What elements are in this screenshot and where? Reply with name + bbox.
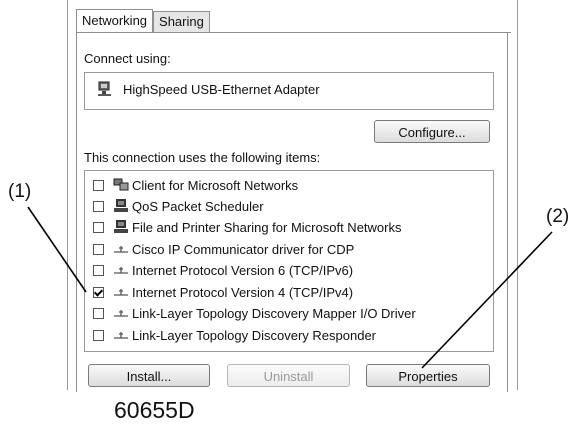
figure-code: 60655D [114, 397, 195, 423]
callout-2-line [421, 231, 553, 369]
callout-1-line [27, 206, 87, 293]
callout-lines [27, 206, 553, 369]
